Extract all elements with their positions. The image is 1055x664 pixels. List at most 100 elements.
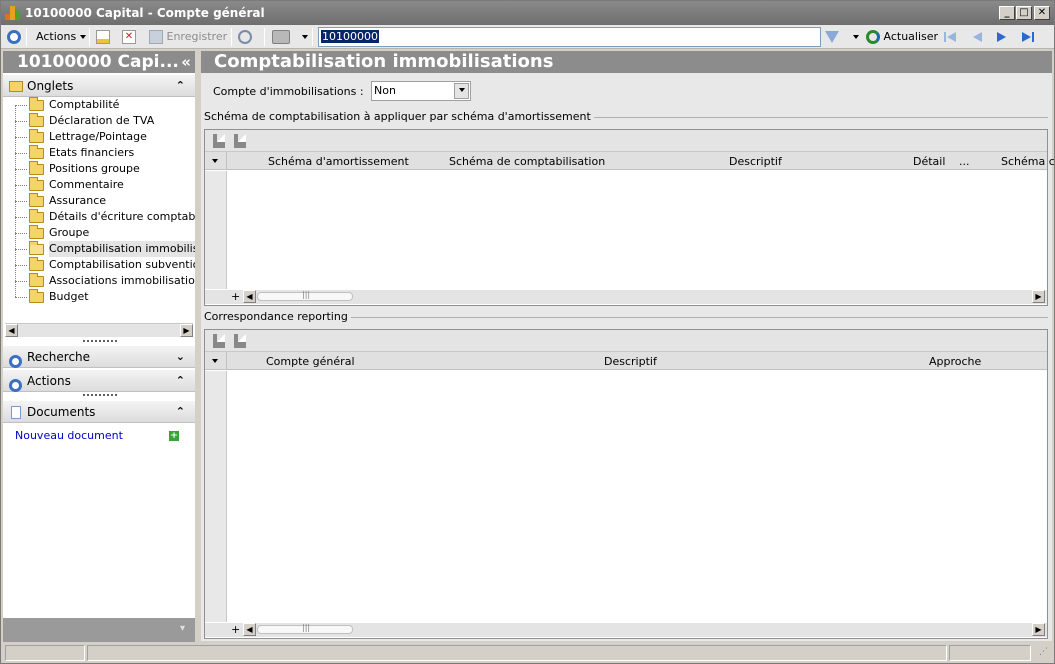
scroll-right-icon[interactable]: ▶ [1032, 290, 1045, 303]
documents-section-header[interactable]: Documents ⌃ [3, 401, 195, 423]
first-record-button[interactable] [943, 30, 957, 44]
add-row-icon[interactable]: + [231, 623, 240, 636]
add-document-icon[interactable]: + [169, 431, 179, 441]
column-header[interactable]: Descriptif [729, 155, 782, 168]
grid-row-selector-column [205, 371, 227, 622]
grid-header: Compte général Descriptif Approche [205, 352, 1047, 370]
tab-item[interactable]: Déclaration de TVA [15, 113, 195, 129]
title-bar: 10100000 Capital - Compte général _ □ ✕ [1, 1, 1054, 25]
grid-header: Schéma d'amortissement Schéma de comptab… [205, 152, 1055, 170]
tab-item[interactable]: Détails d'écriture comptable [15, 209, 195, 225]
column-header[interactable]: Descriptif [604, 355, 657, 368]
filter-icon [825, 31, 839, 43]
close-button[interactable]: ✕ [1034, 6, 1050, 20]
chevron-down-icon [79, 35, 86, 39]
splitter-grip[interactable] [83, 394, 117, 397]
tab-item[interactable]: Assurance [15, 193, 195, 209]
new-record-button[interactable] [96, 28, 110, 46]
tab-item[interactable]: Commentaire [15, 177, 195, 193]
minimize-button[interactable]: _ [999, 6, 1015, 20]
scroll-right-icon[interactable]: ▶ [180, 324, 193, 337]
delete-icon: ✕ [122, 30, 136, 44]
record-search-value: 10100000 [321, 30, 379, 43]
scroll-right-icon[interactable]: ▶ [1032, 623, 1045, 636]
collapse-section-icon[interactable]: ⌃ [176, 75, 185, 97]
grid-toolbar [205, 130, 1047, 152]
folder-icon [29, 225, 44, 239]
fixed-asset-account-select[interactable]: Non [371, 81, 471, 101]
column-header[interactable]: Compte général [266, 355, 355, 368]
expand-section-icon[interactable]: ⌄ [176, 346, 185, 368]
column-header[interactable]: Schéma c [1001, 155, 1055, 168]
tab-item[interactable]: Associations immobilisations [15, 273, 195, 289]
folder-icon [29, 129, 44, 143]
tab-item[interactable]: Comptabilisation subventions [15, 257, 195, 273]
tab-item[interactable]: Etats financiers [15, 145, 195, 161]
add-row-icon[interactable]: + [231, 290, 240, 303]
search-section-icon [9, 350, 22, 372]
delete-record-button[interactable]: ✕ [122, 28, 136, 46]
collapse-section-icon[interactable]: ⌃ [176, 370, 185, 392]
scroll-left-icon[interactable]: ◀ [5, 324, 18, 337]
documents-section-label: Documents [27, 405, 96, 419]
scrollbar-thumb[interactable] [257, 623, 353, 634]
previous-record-icon [973, 32, 982, 42]
actions-menu-icon[interactable] [7, 28, 21, 46]
column-header[interactable]: Détail [913, 155, 945, 168]
grid-horizontal-scrollbar[interactable]: + ◀ ▶ [205, 290, 1047, 304]
tabs-section-header[interactable]: Onglets ⌃ [3, 75, 195, 97]
resize-grip-icon[interactable]: ⋰ [1039, 647, 1048, 657]
grid-edit-row-icon[interactable] [234, 334, 246, 348]
document-icon [11, 406, 21, 419]
sync-button[interactable] [238, 28, 252, 46]
scroll-left-icon[interactable]: ◀ [243, 623, 256, 636]
record-search-input[interactable]: 10100000 [318, 27, 821, 47]
print-button[interactable] [272, 28, 308, 46]
search-section-header[interactable]: Recherche ⌄ [3, 346, 195, 368]
scroll-left-icon[interactable]: ◀ [243, 290, 256, 303]
actions-section-icon [9, 374, 22, 396]
actions-menu-button[interactable]: Actions [36, 28, 86, 46]
next-record-button[interactable] [995, 30, 1009, 44]
column-header[interactable]: Schéma de comptabilisation [449, 155, 605, 168]
scrollbar-thumb[interactable] [257, 290, 353, 301]
collapse-section-icon[interactable]: ⌃ [176, 401, 185, 423]
grid-horizontal-scrollbar[interactable]: + ◀ ▶ [205, 623, 1047, 637]
maximize-button[interactable]: □ [1016, 6, 1032, 20]
grid-menu-button[interactable] [205, 352, 227, 370]
grid-new-row-icon[interactable] [213, 334, 225, 348]
dropdown-arrow-icon[interactable] [454, 83, 469, 99]
collapse-panel-icon[interactable]: « [181, 51, 191, 73]
folder-icon [29, 113, 44, 127]
grid-menu-button[interactable] [205, 152, 227, 170]
grid-new-row-icon[interactable] [213, 134, 225, 148]
last-record-button[interactable] [1021, 30, 1035, 44]
record-title: 10100000 Capi... « [3, 51, 195, 73]
splitter-grip[interactable] [83, 340, 117, 343]
tab-item[interactable]: Comptabilité [15, 97, 195, 113]
filter-button[interactable] [825, 28, 859, 46]
grid-edit-row-icon[interactable] [234, 134, 246, 148]
refresh-button[interactable]: Actualiser [866, 28, 938, 46]
grid-row-selector-column [205, 171, 227, 289]
tab-item[interactable]: Budget [15, 289, 195, 305]
tab-item[interactable]: Lettrage/Pointage [15, 129, 195, 145]
tab-item[interactable]: Groupe [15, 225, 195, 241]
save-button[interactable]: Enregistrer [149, 28, 227, 46]
actions-section-header[interactable]: Actions ⌃ [3, 370, 195, 392]
tab-item[interactable]: Positions groupe [15, 161, 195, 177]
left-panel-footer[interactable]: ▾ [3, 618, 195, 642]
column-header[interactable]: Schéma d'amortissement [268, 155, 409, 168]
open-folder-icon [29, 241, 44, 255]
column-header[interactable]: Approche [929, 355, 981, 368]
chevron-down-icon [852, 35, 859, 39]
tabs-horizontal-scrollbar[interactable]: ◀ ▶ [5, 323, 193, 337]
chevron-down-icon [301, 35, 308, 39]
tabs-tree: Comptabilité Déclaration de TVA Lettrage… [3, 97, 195, 322]
new-document-link[interactable]: Nouveau document [15, 429, 123, 442]
status-bar: ⋰ [1, 643, 1054, 663]
tab-item-selected[interactable]: Comptabilisation immobilisations [15, 241, 195, 257]
toolbar-separator [312, 28, 313, 46]
column-header[interactable]: ... [959, 155, 970, 168]
previous-record-button[interactable] [970, 30, 984, 44]
